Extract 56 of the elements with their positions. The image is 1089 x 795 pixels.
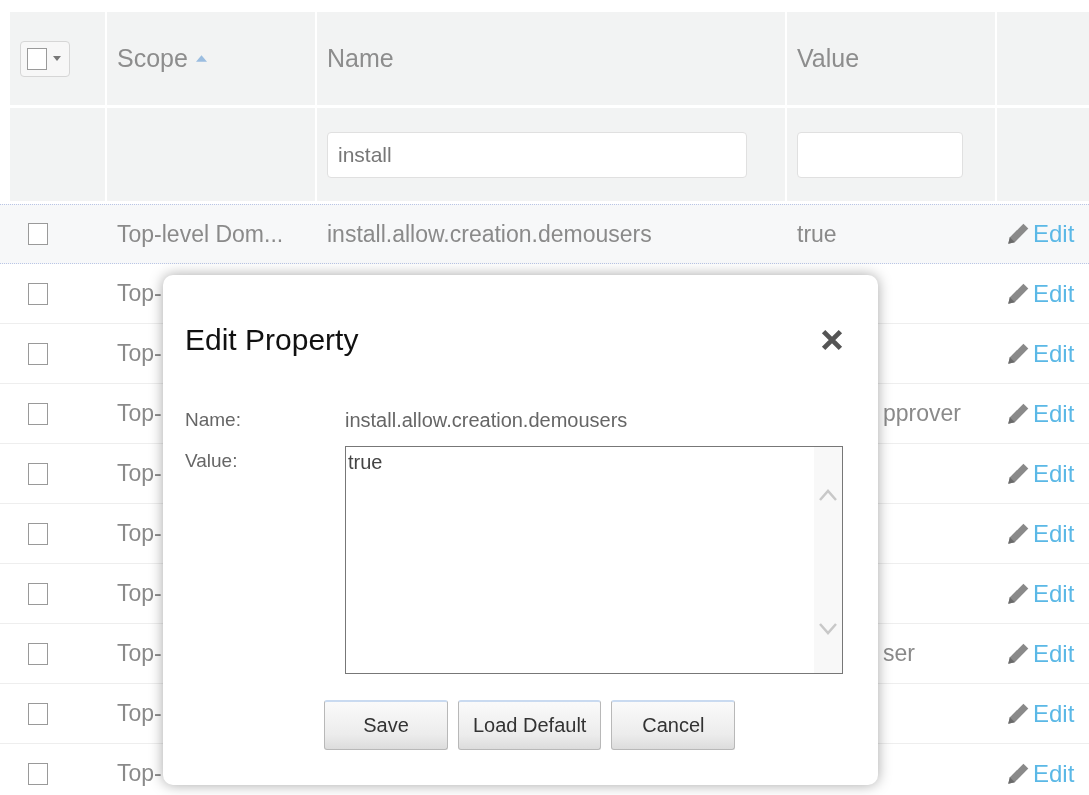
row-checkbox[interactable] <box>28 762 48 785</box>
row-checkbox[interactable] <box>28 642 48 665</box>
name-filter-field[interactable]: install <box>327 131 747 178</box>
edit-link[interactable]: Edit <box>1005 699 1075 728</box>
scope-cell: Top- <box>117 280 162 307</box>
scroll-up-icon[interactable] <box>818 489 838 501</box>
field-label: Value: <box>185 449 239 473</box>
edit-link[interactable]: Edit <box>1005 220 1075 248</box>
row-checkbox[interactable] <box>28 282 48 305</box>
edit-link[interactable]: Edit <box>1005 759 1075 788</box>
edit-link[interactable]: Edit <box>1005 519 1075 548</box>
scope-cell: Top- <box>117 520 162 547</box>
row-checkbox[interactable] <box>28 223 48 245</box>
dialog-title: Edit Property <box>185 323 359 357</box>
row-checkbox[interactable] <box>28 702 48 725</box>
row-checkbox[interactable] <box>28 582 48 605</box>
value-cell: true <box>797 220 837 248</box>
scope-cell: Top- <box>117 700 162 727</box>
dialog-button[interactable]: Load Default <box>458 700 602 750</box>
row-checkbox[interactable] <box>28 342 48 365</box>
value-cell: pprover <box>883 400 961 427</box>
caret-icon <box>53 56 61 61</box>
scope-cell: Top-level Dom... <box>117 220 284 248</box>
edit-link[interactable]: Edit <box>1005 339 1075 368</box>
scope-cell: Top- <box>117 580 162 607</box>
scope-cell: Top- <box>117 400 162 427</box>
row-checkbox[interactable] <box>28 402 48 425</box>
scrollbar[interactable] <box>814 447 842 673</box>
scope-cell: Top- <box>117 460 162 487</box>
edit-link[interactable]: Edit <box>1005 459 1075 488</box>
edit-link[interactable]: Edit <box>1005 279 1075 308</box>
scroll-down-icon[interactable] <box>818 623 838 635</box>
scope-cell: Top- <box>117 340 162 367</box>
name-cell: install.allow.creation.demousers <box>327 220 652 248</box>
column-header[interactable]: Scope <box>117 44 188 73</box>
select-all-checkbox[interactable] <box>27 47 47 70</box>
column-header[interactable]: Name <box>327 44 394 73</box>
dialog-button[interactable]: Cancel <box>611 700 736 750</box>
value-cell: ser <box>883 640 915 667</box>
select-all-dropdown[interactable] <box>20 40 70 77</box>
edit-link[interactable]: Edit <box>1005 399 1075 428</box>
row-checkbox[interactable] <box>28 462 48 485</box>
scope-cell: Top- <box>117 760 162 787</box>
property-name: install.allow.creation.demousers <box>345 408 629 432</box>
value-text: true <box>347 450 383 474</box>
edit-link[interactable]: Edit <box>1005 579 1075 608</box>
field-label: Name: <box>185 408 242 432</box>
dialog-button[interactable]: Save <box>324 700 448 750</box>
pencil-icon <box>1005 221 1031 247</box>
close-icon[interactable] <box>820 328 844 352</box>
row-checkbox[interactable] <box>28 522 48 545</box>
column-header[interactable]: Value <box>797 44 860 73</box>
value-field[interactable]: true <box>345 446 843 674</box>
scope-cell: Top- <box>117 640 162 667</box>
value-filter-field[interactable] <box>797 131 963 178</box>
edit-link[interactable]: Edit <box>1005 639 1075 668</box>
